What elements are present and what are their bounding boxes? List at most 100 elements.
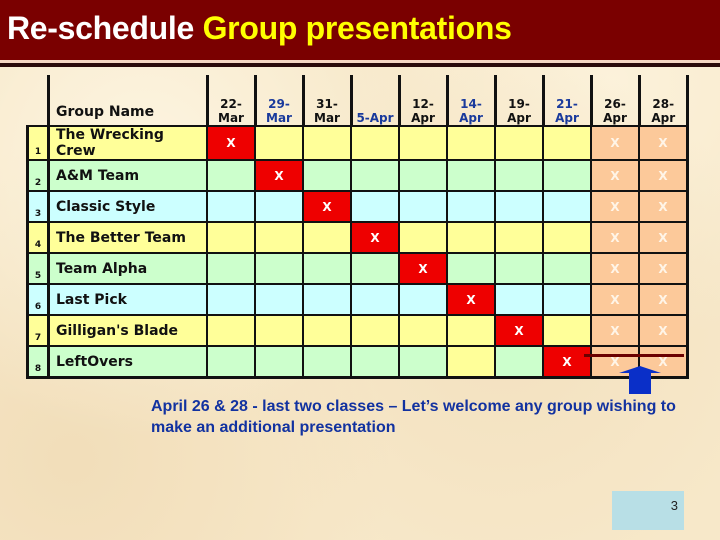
- schedule-cell: [446, 345, 496, 379]
- schedule-cell: [206, 283, 256, 316]
- schedule-cell: [398, 221, 448, 254]
- table-body: 1 The Wrecking Crew X X X 2 A&M Team X X X 3 Classi…: [26, 125, 689, 379]
- row-number: 8: [26, 345, 50, 379]
- group-name-header: Group Name: [47, 75, 207, 126]
- schedule-cell: [206, 314, 256, 347]
- date-header-month: Mar: [314, 111, 340, 125]
- table-row: 3 Classic Style X X X: [26, 190, 689, 223]
- group-name: The Wrecking Crew: [47, 125, 208, 161]
- scheduled-slot-cell: X: [350, 221, 400, 254]
- table-header-row: Group Name 22- Mar 29- Mar 31- Mar 5-Apr 12- Apr…: [28, 75, 689, 126]
- slide-title: Re-schedule Group presentations: [7, 8, 512, 48]
- schedule-cell: [254, 283, 304, 316]
- number-column-header: [28, 75, 49, 126]
- table-row: 4 The Better Team X X X: [26, 221, 689, 254]
- scheduled-slot-cell: X: [542, 345, 592, 379]
- date-header-day: 31-: [316, 97, 338, 111]
- schedule-cell: [542, 125, 592, 161]
- schedule-cell: [254, 252, 304, 285]
- schedule-cell: [494, 221, 544, 254]
- date-column-header: 19- Apr: [493, 75, 543, 126]
- date-header-month: Apr: [507, 111, 531, 125]
- row-number: 6: [26, 283, 50, 316]
- note-text: April 26 & 28 - last two classes – Let’s…: [151, 398, 676, 436]
- schedule-cell: [302, 345, 352, 379]
- date-header-day: 28-: [652, 97, 675, 111]
- schedule-cell: [446, 252, 496, 285]
- date-header-day: 12-: [412, 97, 434, 111]
- group-name: Team Alpha: [47, 252, 208, 285]
- date-header-month: Apr: [603, 111, 627, 125]
- schedule-cell: [350, 283, 400, 316]
- optional-slot-cell: X: [590, 221, 640, 254]
- group-name: A&M Team: [47, 159, 208, 192]
- schedule-cell: [254, 314, 304, 347]
- title-shadow: [0, 63, 720, 67]
- group-name: LeftOvers: [47, 345, 208, 379]
- schedule-cell: [446, 125, 496, 161]
- slide-number: 3: [612, 491, 684, 530]
- schedule-cell: [494, 125, 544, 161]
- schedule-cell: [350, 252, 400, 285]
- schedule-cell: [446, 221, 496, 254]
- group-name: Gilligan's Blade: [47, 314, 208, 347]
- schedule-cell: [206, 252, 256, 285]
- schedule-cell: [446, 159, 496, 192]
- schedule-cell: [494, 190, 544, 223]
- schedule-cell: [494, 345, 544, 379]
- schedule-cell: [302, 159, 352, 192]
- group-name: The Better Team: [47, 221, 208, 254]
- row-number: 2: [26, 159, 50, 192]
- optional-slot-cell: X: [590, 252, 640, 285]
- table-row: 5 Team Alpha X X X: [26, 252, 689, 285]
- schedule-cell: [542, 159, 592, 192]
- group-name: Last Pick: [47, 283, 208, 316]
- scheduled-slot-cell: X: [206, 125, 256, 161]
- optional-slot-cell: X: [638, 283, 689, 316]
- schedule-cell: [254, 221, 304, 254]
- row-number: 5: [26, 252, 50, 285]
- optional-slot-cell: X: [638, 125, 689, 161]
- schedule-cell: [542, 314, 592, 347]
- optional-slot-cell: X: [638, 190, 689, 223]
- schedule-cell: [446, 314, 496, 347]
- schedule-cell: [206, 159, 256, 192]
- optional-slot-cell: X: [590, 190, 640, 223]
- schedule-cell: [350, 125, 400, 161]
- schedule-cell: [350, 314, 400, 347]
- scheduled-slot-cell: X: [494, 314, 544, 347]
- optional-slot-cell: X: [590, 125, 640, 161]
- schedule-cell: [302, 283, 352, 316]
- table-row: 2 A&M Team X X X: [26, 159, 689, 192]
- date-header-month: Mar: [218, 111, 244, 125]
- scheduled-slot-cell: X: [254, 159, 304, 192]
- optional-slot-cell: X: [590, 283, 640, 316]
- schedule-cell: [398, 125, 448, 161]
- table-row: 8 LeftOvers X X X: [26, 345, 689, 379]
- arrow-up-icon: [619, 366, 661, 394]
- schedule-cell: [542, 283, 592, 316]
- date-header-day: 22-: [220, 97, 242, 111]
- schedule-cell: [302, 125, 352, 161]
- scheduled-slot-cell: X: [302, 190, 352, 223]
- schedule-cell: [494, 283, 544, 316]
- slide-title-part2: Group presentations: [202, 10, 512, 46]
- optional-slot-cell: X: [638, 221, 689, 254]
- schedule-cell: [398, 283, 448, 316]
- optional-slot-cell: X: [638, 314, 689, 347]
- date-column-header: 26- Apr: [589, 75, 639, 126]
- date-header-day: 19-: [508, 97, 530, 111]
- row-number: 3: [26, 190, 50, 223]
- schedule-cell: [494, 252, 544, 285]
- schedule-cell: [254, 345, 304, 379]
- schedule-cell: [206, 190, 256, 223]
- date-column-header: 14- Apr: [445, 75, 495, 126]
- table-row: 1 The Wrecking Crew X X X: [26, 125, 689, 161]
- date-header-day: 14-: [460, 97, 482, 111]
- schedule-table: Group Name 22- Mar 29- Mar 31- Mar 5-Apr 12- Apr…: [26, 75, 689, 379]
- schedule-cell: [206, 221, 256, 254]
- optional-slot-cell: X: [590, 159, 640, 192]
- optional-slot-cell: X: [638, 159, 689, 192]
- date-header-month: Apr: [651, 111, 676, 125]
- date-column-header: 5-Apr: [349, 75, 399, 126]
